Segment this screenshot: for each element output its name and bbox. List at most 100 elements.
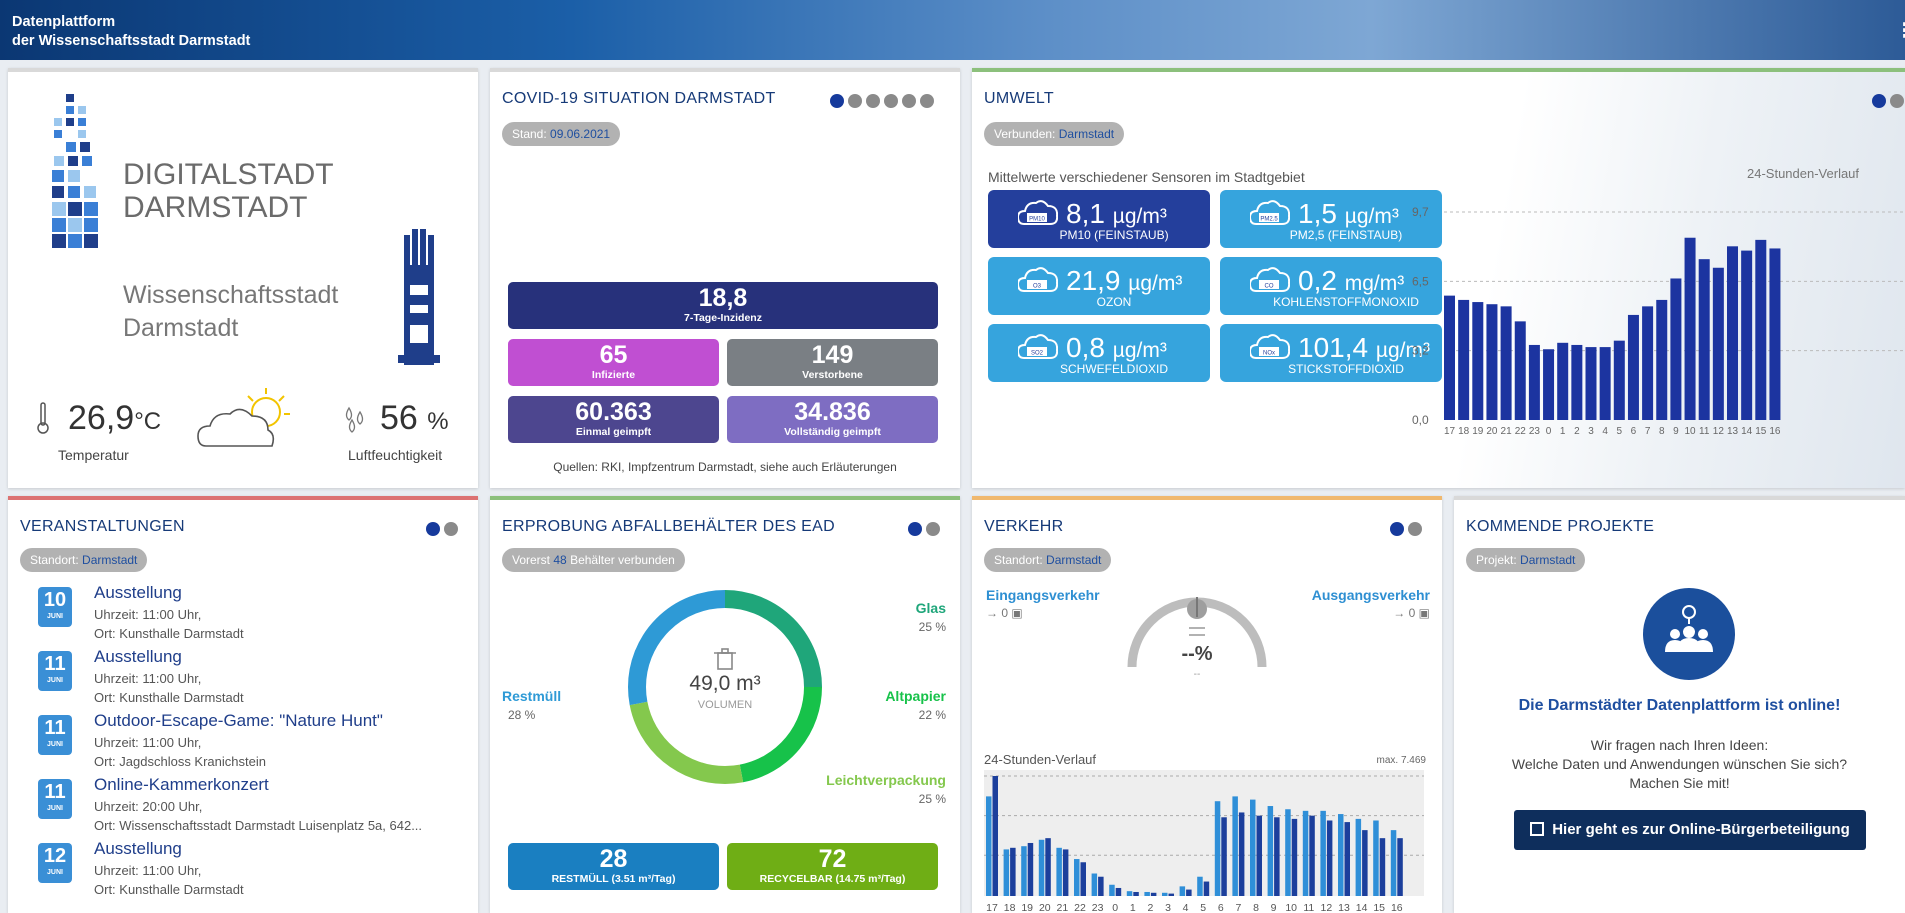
page-dot-2[interactable] <box>1890 94 1904 108</box>
sensor-tile-co[interactable]: CO 0,2 mg/m³ KOHLENSTOFFMONOXID <box>1220 257 1442 315</box>
bar <box>1670 278 1682 420</box>
digitalstadt-logo <box>52 94 98 248</box>
bar <box>1091 873 1098 896</box>
menu-icon[interactable]: ⋮ <box>1895 18 1905 43</box>
event-title[interactable]: Ausstellung <box>94 583 182 603</box>
page-dot-1[interactable] <box>1872 94 1886 108</box>
bar <box>1291 818 1298 896</box>
event-place: Ort: Kunsthalle Darmstadt <box>94 690 244 705</box>
event-item[interactable]: 12 JUNI Ausstellung Uhrzeit: 11:00 Uhr, Ort:… <box>32 839 462 903</box>
sensor-tile-so2[interactable]: SO2 0,8 µg/m³ SCHWEFELDIOXID <box>988 324 1210 382</box>
page-dot-1[interactable] <box>830 94 844 108</box>
event-title[interactable]: Outdoor-Escape-Game: "Nature Hunt" <box>94 711 383 731</box>
bar <box>1472 302 1484 420</box>
bar <box>1486 304 1498 420</box>
bar <box>1010 847 1016 896</box>
traffic-card: VERKEHR Standort: Darmstadt Eingangsverk… <box>972 496 1442 913</box>
brand-line-2: DARMSTADT <box>123 191 308 224</box>
page-dot-6[interactable] <box>920 94 934 108</box>
event-item[interactable]: 11 JUNI Ausstellung Uhrzeit: 11:00 Uhr, Ort:… <box>32 647 462 711</box>
gauge-subvalue: -- <box>1193 669 1201 680</box>
bar <box>1150 892 1157 896</box>
page-dot-2[interactable] <box>444 522 458 536</box>
x-tick-label: 2 <box>1574 426 1580 437</box>
vacc-full-value: 34.836 <box>794 398 871 426</box>
bar <box>1444 295 1455 420</box>
bar <box>1712 267 1724 420</box>
event-item[interactable]: 11 JUNI Outdoor-Escape-Game: "Nature Hunt"… <box>32 711 462 775</box>
event-item[interactable]: 10 JUNI Ausstellung Uhrzeit: 11:00 Uhr, Ort:… <box>32 583 462 647</box>
sensor-tile-pm25[interactable]: PM2.5 1,5 µg/m³ PM2,5 (FEINSTAUB) <box>1220 190 1442 248</box>
sensor-value: 8,1 µg/m³ <box>1066 198 1167 230</box>
x-tick-label: 14 <box>1741 426 1753 437</box>
containers-post: Behälter verbunden <box>570 553 675 567</box>
event-item[interactable]: 11 JUNI Online-Kammerkonzert Uhrzeit: 20:00… <box>32 775 462 839</box>
external-link-icon <box>1530 822 1545 836</box>
connected-badge: Verbunden: Darmstadt <box>984 122 1125 146</box>
temperature-unit: °C <box>134 408 162 435</box>
event-title[interactable]: Online-Kammerkonzert <box>94 775 269 795</box>
x-tick-label: 15 <box>1373 902 1385 913</box>
vacc-full-box: 34.836 Vollständig geimpft <box>727 396 938 443</box>
page-dot-2[interactable] <box>848 94 862 108</box>
x-tick-label: 8 <box>1659 426 1665 437</box>
bar <box>1168 893 1174 896</box>
bar <box>1238 812 1245 896</box>
vacc-full-label: Vollständig geimpft <box>784 426 881 438</box>
covid-sources[interactable]: Quellen: RKI, Impfzentrum Darmstadt, sie… <box>490 460 960 474</box>
restmuell-count: 28 <box>599 845 628 873</box>
bar <box>1186 889 1192 896</box>
title-line-1: Datenplattform <box>12 14 116 30</box>
sensor-tile-nox[interactable]: NOx 101,4 µg/m³ STICKSTOFFDIOXID <box>1220 324 1442 382</box>
swap-arrows-icon <box>1189 627 1205 636</box>
bar <box>1514 321 1526 420</box>
traffic-title: VERKEHR <box>984 518 1064 535</box>
page-dot-1[interactable] <box>426 522 440 536</box>
event-title[interactable]: Ausstellung <box>94 647 182 667</box>
thermometer-icon <box>37 402 49 434</box>
page-dot-3[interactable] <box>866 94 880 108</box>
page-dot-5[interactable] <box>902 94 916 108</box>
bar <box>1285 809 1291 896</box>
location-label: Standort: <box>30 553 79 567</box>
sensor-tile-o3[interactable]: O3 21,9 µg/m³ OZON <box>988 257 1210 315</box>
platform-title: Datenplattform der Wissenschaftsstadt Da… <box>12 13 250 51</box>
event-details: Uhrzeit: 11:00 Uhr, Ort: Jagdschloss Kran… <box>94 733 266 771</box>
x-tick-label: 21 <box>1501 426 1513 437</box>
x-tick-label: 19 <box>1021 902 1033 913</box>
bar <box>1755 239 1767 420</box>
sensor-value: 0,2 mg/m³ <box>1298 265 1404 297</box>
x-tick-label: 13 <box>1727 426 1739 437</box>
bar <box>1109 884 1115 896</box>
inbound-value: → 0 ▣ <box>986 606 1023 620</box>
brand-line-1: DIGITALSTADT <box>123 158 334 191</box>
x-tick-label: 17 <box>1444 426 1456 437</box>
page-dot-1[interactable] <box>1390 522 1404 536</box>
event-title[interactable]: Ausstellung <box>94 839 182 859</box>
sensor-number: 101,4 <box>1298 332 1369 363</box>
page-dot-2[interactable] <box>1408 522 1422 536</box>
cloud-icon: NOx <box>1250 334 1290 359</box>
projects-card: KOMMENDE PROJEKTE Projekt: Darmstadt Die… <box>1454 496 1905 913</box>
page-dot-4[interactable] <box>884 94 898 108</box>
infected-label: Infizierte <box>591 369 636 381</box>
page-dot-1[interactable] <box>908 522 922 536</box>
bar <box>1769 248 1781 420</box>
page-dot-2[interactable] <box>926 522 940 536</box>
bar <box>1741 250 1753 420</box>
covid-pagination <box>830 94 934 108</box>
event-place: Ort: Wissenschaftsstadt Darmstadt Luisen… <box>94 818 423 833</box>
bar <box>1379 838 1386 896</box>
events-card: VERANSTALTUNGEN Standort: Darmstadt 10 JU… <box>8 496 478 913</box>
event-day: 12 <box>43 845 67 867</box>
event-month: JUNI <box>47 869 63 876</box>
calendar-icon: 11 JUNI <box>38 779 72 819</box>
participation-button[interactable]: Hier geht es zur Online-Bürgerbeteiligun… <box>1514 810 1866 850</box>
cloud-icon: O3 <box>1018 267 1058 292</box>
sensor-value: 21,9 µg/m³ <box>1066 265 1182 297</box>
location-value: Darmstadt <box>82 553 138 567</box>
sensor-tile-pm10[interactable]: PM10 8,1 µg/m³ PM10 (FEINSTAUB) <box>988 190 1210 248</box>
event-details: Uhrzeit: 11:00 Uhr, Ort: Kunsthalle Darms… <box>94 861 244 899</box>
bar <box>1500 306 1512 420</box>
sensor-label: KOHLENSTOFFMONOXID <box>1273 295 1419 309</box>
